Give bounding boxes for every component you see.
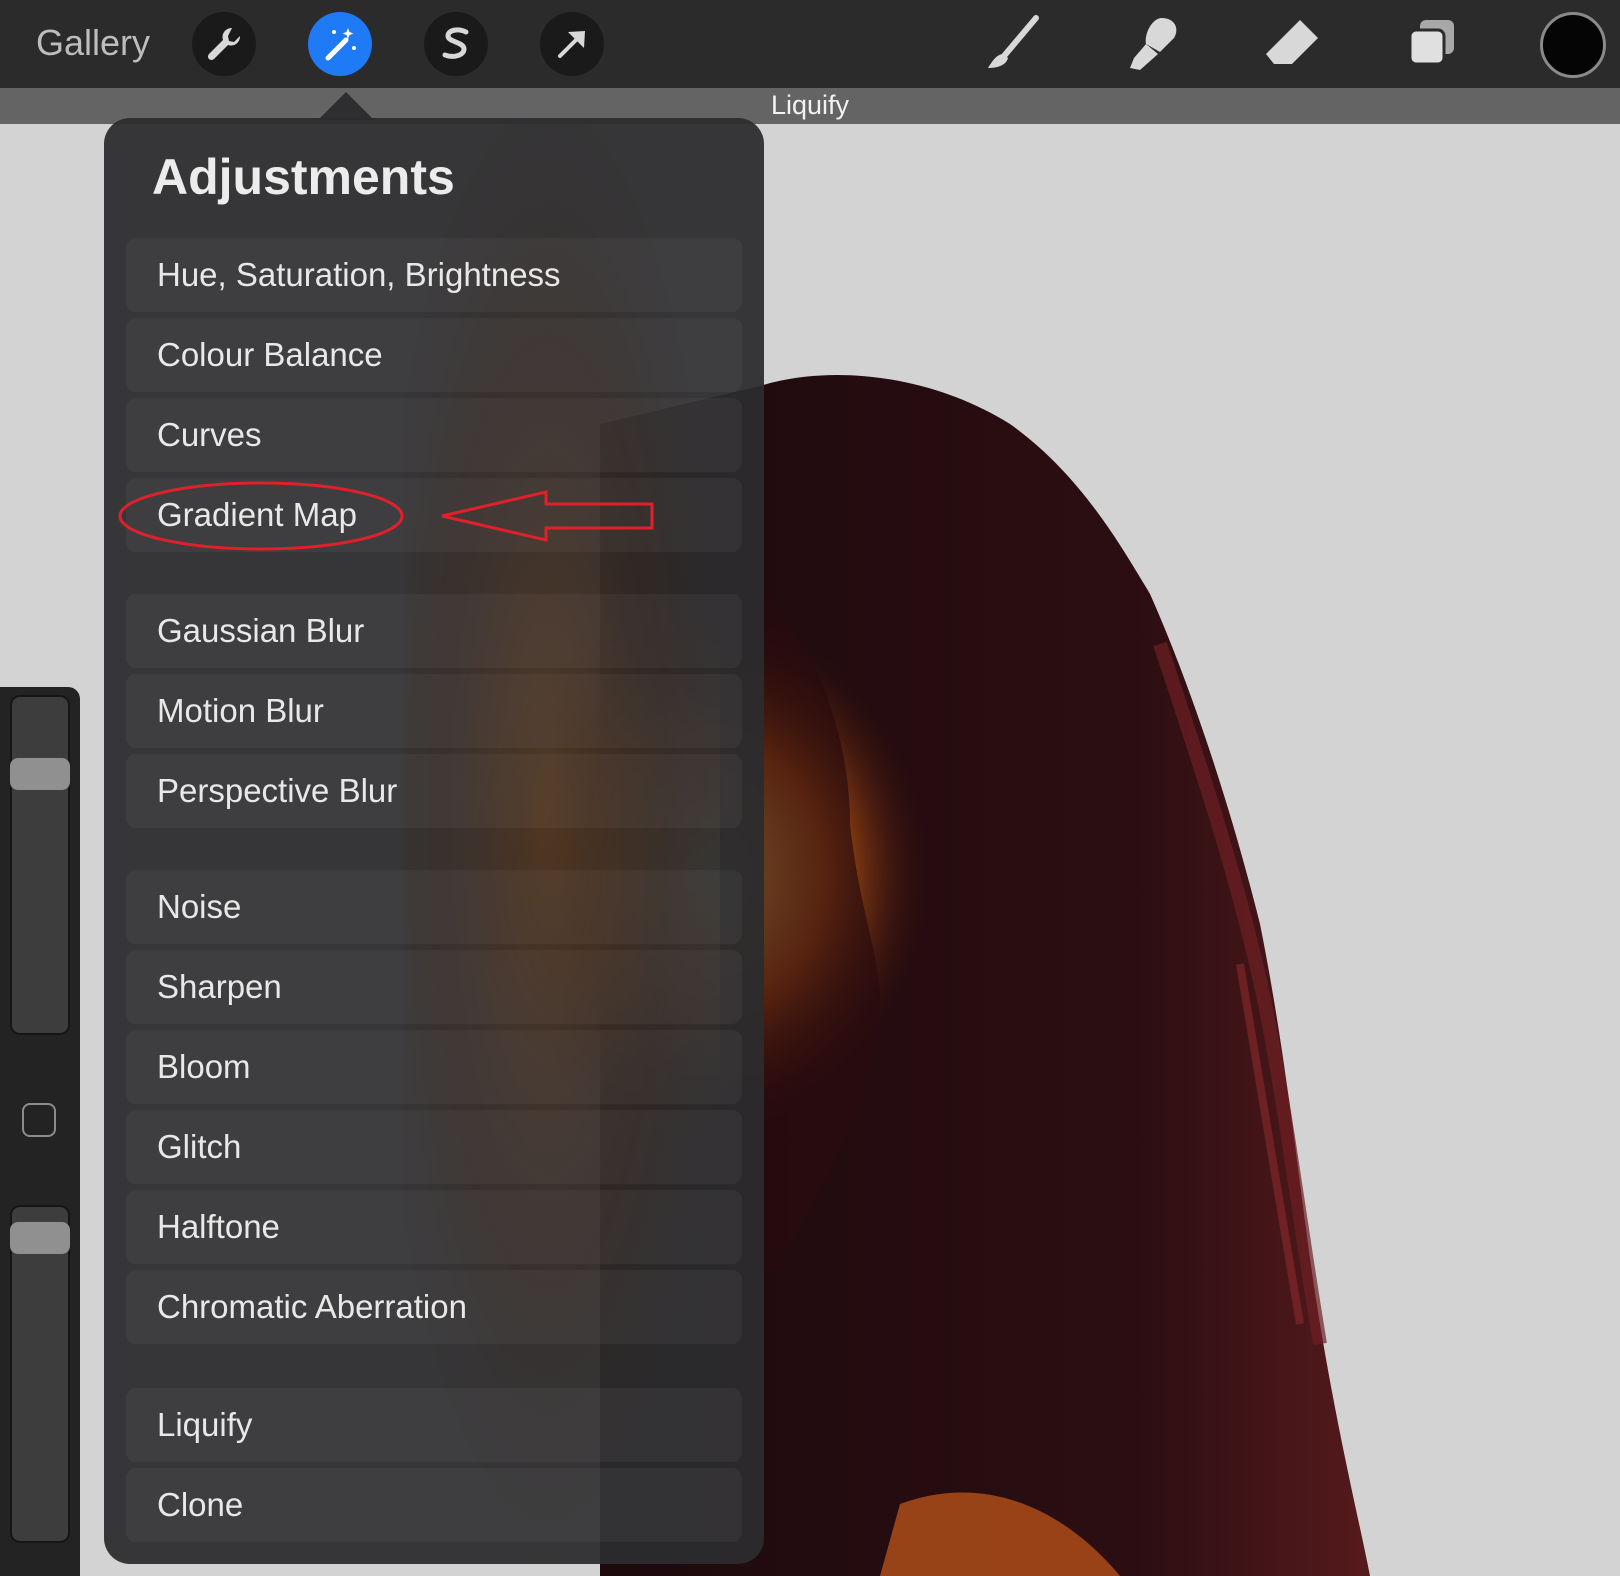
menu-item-gradient-map[interactable]: Gradient Map (126, 478, 742, 552)
opacity-handle[interactable] (10, 1222, 70, 1254)
layers-icon (1408, 20, 1454, 66)
menu-item-perspective-blur[interactable]: Perspective Blur (126, 754, 742, 828)
eraser-tool[interactable] (1262, 14, 1322, 74)
selection-button[interactable] (424, 12, 488, 76)
popover-title: Adjustments (152, 149, 455, 205)
menu-item-clone[interactable]: Clone (126, 1468, 742, 1542)
menu-item-curves[interactable]: Curves (126, 398, 742, 472)
brush-size-slider[interactable] (10, 695, 70, 1035)
color-swatch[interactable] (1540, 12, 1606, 78)
menu-item-noise[interactable]: Noise (126, 870, 742, 944)
popover-arrow (318, 92, 374, 120)
menu-item-colour-balance[interactable]: Colour Balance (126, 318, 742, 392)
gallery-button[interactable]: Gallery (36, 22, 150, 64)
brush-tool[interactable] (982, 14, 1042, 74)
menu-item-halftone[interactable]: Halftone (126, 1190, 742, 1264)
transform-button[interactable] (540, 12, 604, 76)
menu-item-hue-saturation-brightness[interactable]: Hue, Saturation, Brightness (126, 238, 742, 312)
menu-item-glitch[interactable]: Glitch (126, 1110, 742, 1184)
actions-button[interactable] (192, 12, 256, 76)
eraser-icon (1266, 20, 1318, 64)
opacity-slider[interactable] (10, 1205, 70, 1543)
menu-item-sharpen[interactable]: Sharpen (126, 950, 742, 1024)
menu-item-bloom[interactable]: Bloom (126, 1030, 742, 1104)
modify-button[interactable] (22, 1103, 56, 1137)
brush-size-handle[interactable] (10, 758, 70, 790)
smudge-icon (1130, 18, 1177, 70)
left-sidebar (0, 687, 80, 1576)
menu-item-chromatic-aberration[interactable]: Chromatic Aberration (126, 1270, 742, 1344)
smudge-tool[interactable] (1122, 14, 1182, 74)
selection-icon (442, 27, 469, 59)
magic-wand-icon (325, 28, 356, 61)
wrench-icon (207, 27, 241, 61)
adjustments-button[interactable] (308, 12, 372, 76)
menu-item-motion-blur[interactable]: Motion Blur (126, 674, 742, 748)
menu-item-liquify[interactable]: Liquify (126, 1388, 742, 1462)
layers-button[interactable] (1402, 14, 1462, 74)
transform-arrow-icon (558, 31, 585, 58)
brush-icon (988, 15, 1039, 68)
menu-item-gaussian-blur[interactable]: Gaussian Blur (126, 594, 742, 668)
adjustments-popover: Adjustments Hue, Saturation, Brightness … (104, 118, 764, 1564)
status-label: Liquify (770, 90, 850, 120)
top-toolbar: Gallery (0, 0, 1620, 88)
